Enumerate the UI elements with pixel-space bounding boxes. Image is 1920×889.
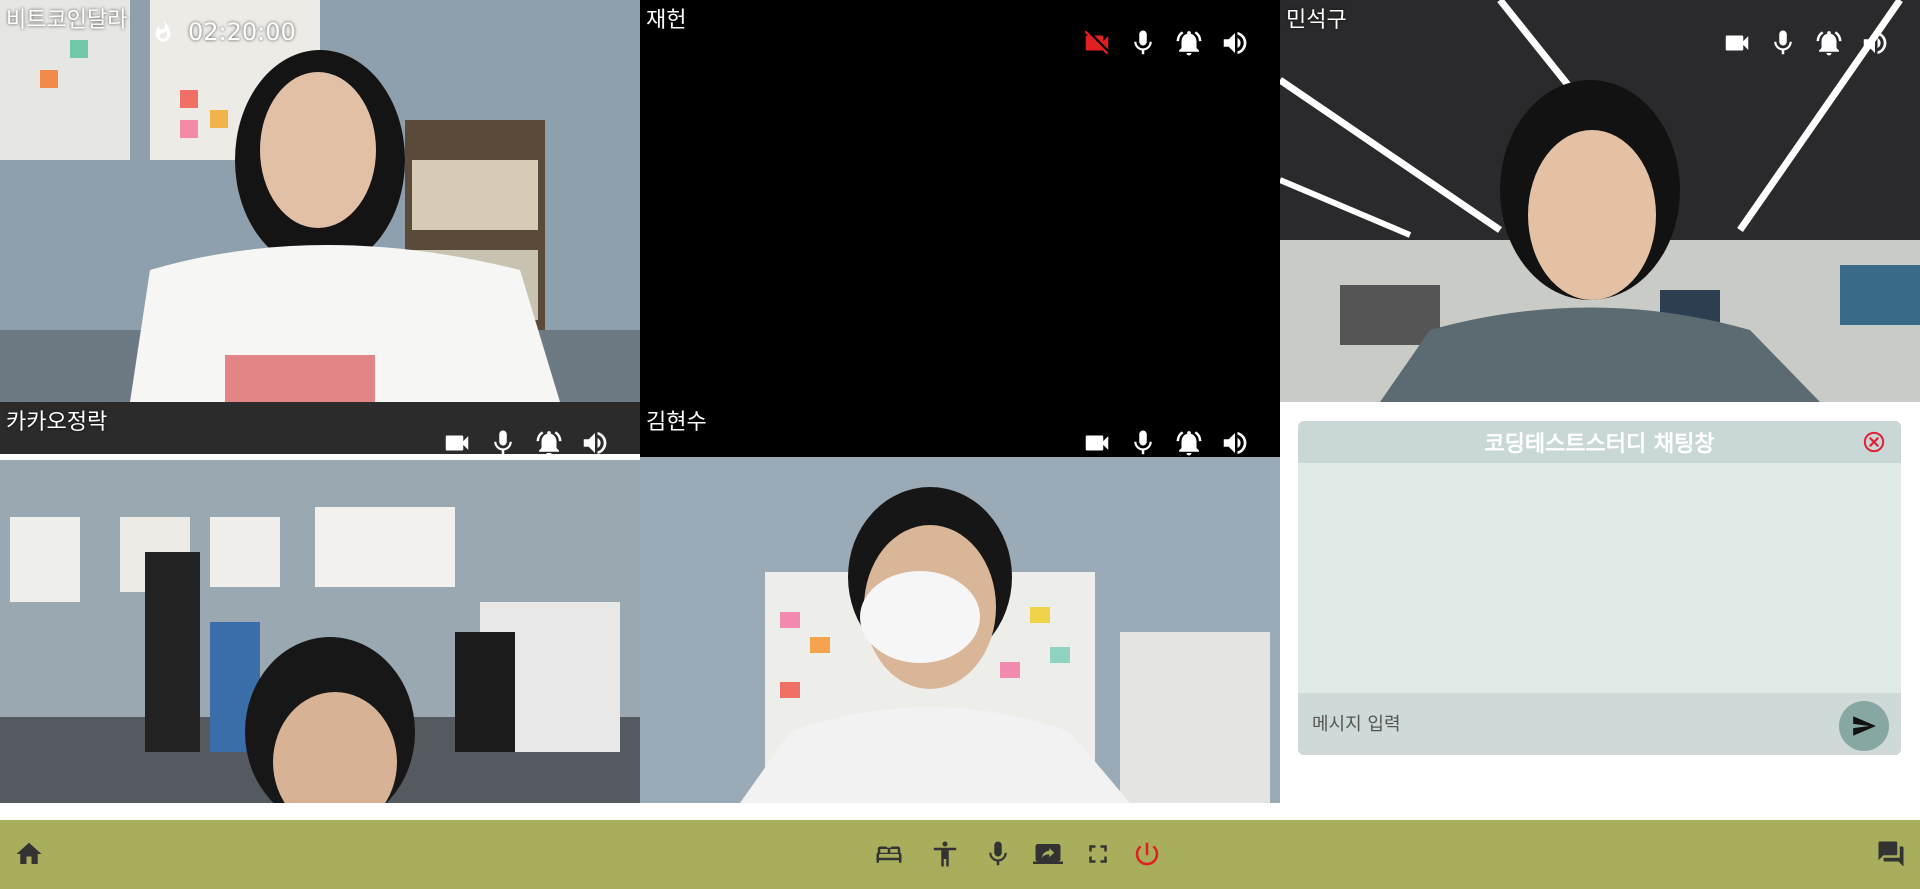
participant-controls bbox=[1082, 28, 1250, 58]
video-tile-5: 김현수 bbox=[640, 402, 1280, 803]
participant-name: 카카오정락 bbox=[6, 410, 108, 435]
participant-name: 비트코인달라 bbox=[6, 8, 128, 33]
volume-icon[interactable] bbox=[1220, 428, 1250, 458]
mic-icon[interactable] bbox=[1128, 28, 1158, 58]
camera-icon[interactable] bbox=[1082, 428, 1112, 458]
alarm-icon[interactable] bbox=[1814, 28, 1844, 58]
participant-name: 재헌 bbox=[646, 8, 687, 33]
mic-icon[interactable] bbox=[1128, 428, 1158, 458]
mic-icon[interactable] bbox=[983, 839, 1013, 869]
alarm-icon[interactable] bbox=[1174, 28, 1204, 58]
camera-icon[interactable] bbox=[442, 428, 472, 458]
participant-name: 민석구 bbox=[1286, 8, 1347, 33]
fullscreen-icon[interactable] bbox=[1083, 839, 1113, 869]
chat-input-row bbox=[1298, 693, 1901, 755]
camera-icon[interactable] bbox=[1722, 28, 1752, 58]
participant-video bbox=[0, 402, 640, 803]
volume-icon[interactable] bbox=[1860, 28, 1890, 58]
alarm-icon[interactable] bbox=[534, 428, 564, 458]
chat-title: 코딩테스트스터디 채팅창 bbox=[1484, 432, 1715, 457]
participant-video bbox=[0, 0, 640, 402]
video-tile-3: 민석구 bbox=[1280, 0, 1920, 402]
participant-controls bbox=[1722, 28, 1890, 58]
camera-off-icon[interactable] bbox=[1082, 28, 1112, 58]
send-icon bbox=[1853, 716, 1876, 736]
send-button[interactable] bbox=[1839, 701, 1889, 751]
bottom-toolbar bbox=[0, 820, 1920, 889]
mic-icon[interactable] bbox=[488, 428, 518, 458]
bed-icon[interactable] bbox=[874, 839, 904, 869]
power-icon[interactable] bbox=[1132, 839, 1162, 869]
message-input[interactable] bbox=[1310, 705, 1874, 743]
volume-icon[interactable] bbox=[580, 428, 610, 458]
video-tile-1: 비트코인달라 02:20:00 bbox=[0, 0, 640, 402]
video-tile-4: 카카오정락 bbox=[0, 402, 640, 803]
chat-panel: 코딩테스트스터디 채팅창 bbox=[1298, 421, 1901, 755]
session-timer: 02:20:00 bbox=[152, 18, 296, 46]
participant-controls bbox=[442, 428, 610, 458]
home-icon[interactable] bbox=[14, 839, 44, 869]
alarm-icon[interactable] bbox=[1174, 428, 1204, 458]
mic-icon[interactable] bbox=[1768, 28, 1798, 58]
volume-icon[interactable] bbox=[1220, 28, 1250, 58]
chat-icon[interactable] bbox=[1876, 839, 1906, 869]
screen-share-icon[interactable] bbox=[1033, 839, 1063, 869]
accessibility-icon[interactable] bbox=[930, 839, 960, 869]
chat-header: 코딩테스트스터디 채팅창 bbox=[1298, 421, 1901, 463]
participant-video bbox=[1280, 0, 1920, 402]
participant-video bbox=[640, 402, 1280, 803]
timer-value: 02:20:00 bbox=[188, 18, 296, 46]
close-icon[interactable] bbox=[1863, 431, 1885, 453]
participant-controls bbox=[1082, 428, 1250, 458]
flame-icon bbox=[155, 21, 171, 42]
video-tile-2: 재헌 bbox=[640, 0, 1280, 402]
participant-name: 김현수 bbox=[646, 410, 707, 435]
